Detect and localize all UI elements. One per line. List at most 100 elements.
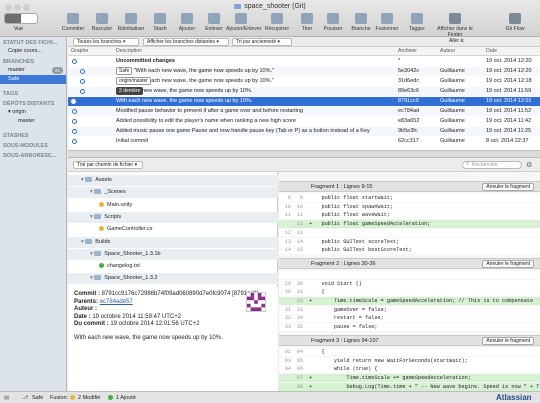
discard-hunk-button[interactable]: Annuler le fragment: [482, 336, 534, 345]
commit-row[interactable]: Added possibility to edit the player's n…: [68, 117, 540, 126]
goto-field[interactable]: Aller à:: [446, 38, 536, 46]
commit-row[interactable]: Initial commit 62cc317 Guillaume 8 oct. 201…: [68, 137, 540, 146]
sidebar-header-remotes[interactable]: DÉPÔTS DISTANTS: [0, 98, 66, 108]
commit-date: 19 oct. 2014 12:20: [486, 68, 532, 74]
commit-row[interactable]: master2 derrièreWith each new wave, the …: [68, 87, 540, 96]
tree-item[interactable]: ▾ _Scenes: [68, 187, 278, 199]
tree-item[interactable]: ▾ Space_Shooter_1.3.1b: [68, 248, 278, 260]
folder-icon: [85, 238, 93, 244]
app-window: space_shooter (Git) Vue Commiter Basculer…: [0, 0, 540, 403]
toolbar-button-11[interactable]: Fusionner: [372, 13, 402, 32]
tree-item[interactable]: ▾ Scripts: [68, 211, 278, 223]
sidebar-header-status[interactable]: STATUT DES FICHI...: [0, 37, 66, 47]
sidebar-item-remote-branch[interactable]: master: [0, 117, 66, 126]
commit-history-table: Graphe Description Archiver Auteur Date …: [68, 47, 540, 150]
toolbar-button-6[interactable]: Ajouter/Enlever: [226, 13, 261, 32]
tree-item[interactable]: ▾ Assets: [68, 175, 278, 186]
commit-description: Initial commit: [116, 138, 149, 144]
discard-hunk-button[interactable]: Annuler le fragment: [482, 259, 534, 268]
pane-splitter[interactable]: [68, 150, 540, 158]
toolbar-button-9[interactable]: Pousser: [318, 13, 348, 32]
history-filter-bar: Toutes les branches ▾ Afficher les branc…: [68, 37, 540, 47]
current-branch: Safe: [32, 395, 44, 401]
commit-author: Guillaume: [440, 108, 465, 114]
commit-row[interactable]: Uncommitted changes * 19 oct. 2014 12:20: [68, 57, 540, 66]
sidebar-header-tags[interactable]: TAGS: [0, 88, 66, 98]
commit-date-line: Du commit : 19 octobre 2014 12:01:56 UTC…: [74, 321, 200, 327]
toolbar-button-5[interactable]: Enlever: [199, 13, 229, 32]
file-search-input[interactable]: Rechercher: [462, 161, 522, 169]
branch-tag[interactable]: Safe: [116, 67, 133, 75]
git-flow-button[interactable]: Git Flow: [500, 13, 530, 32]
branches-dropdown[interactable]: Toutes les branches ▾: [73, 38, 139, 46]
sidebar-header-submodules[interactable]: SOUS-MODULES: [0, 140, 66, 150]
tree-item[interactable]: Main.unity: [68, 200, 278, 211]
added-file-icon: [99, 263, 104, 269]
toolbar-button-3[interactable]: Stash: [145, 13, 175, 32]
show-in-finder-button[interactable]: Afficher dans le Finder: [432, 13, 478, 38]
sidebar-item-remote-origin[interactable]: ▾ origin: [0, 108, 66, 117]
toolbar-button-1[interactable]: Basculer: [87, 13, 117, 32]
toolbar-button-12[interactable]: Tagger: [402, 13, 432, 32]
tree-item[interactable]: GameController.cs: [68, 224, 278, 235]
diff-line: 32 + Time.timeScale = gameSpeedAccelerati…: [279, 297, 540, 305]
discard-hunk-button[interactable]: Annuler le fragment: [482, 183, 534, 191]
sidebar-item-branch-master[interactable]: master 21: [0, 66, 66, 75]
remote-branches-dropdown[interactable]: Afficher les branches distantes ▾: [143, 38, 229, 46]
commit-date: 19 oct. 2014 11:25: [486, 128, 532, 134]
toolbar-button-7[interactable]: Récupérer: [262, 13, 292, 32]
branch-tag[interactable]: 2 derrière: [116, 87, 144, 95]
commit-author: Guillaume: [440, 68, 465, 74]
column-author[interactable]: Auteur: [440, 48, 455, 54]
atlassian-logo: Atlassian: [496, 393, 532, 402]
tree-item[interactable]: changelog.txt: [68, 261, 278, 272]
commit-row[interactable]: origin/master Revert "With each new wave,…: [68, 77, 540, 86]
sidebar-toggle-icon[interactable]: ▤: [4, 392, 9, 403]
toolbar-action-icon: [355, 13, 367, 24]
parent-link[interactable]: ec784ade57: [100, 299, 133, 305]
view-history-segment[interactable]: [5, 14, 21, 23]
commit-author: Guillaume: [440, 118, 465, 124]
toolbar-action-icon: [327, 13, 339, 24]
sidebar-header-subtrees[interactable]: SOUS-ARBORESC...: [0, 150, 66, 160]
commit-description: Safe Revert "With each new wave, the game…: [116, 67, 274, 75]
column-graph[interactable]: Graphe: [71, 48, 88, 54]
branch-tag[interactable]: origin/master: [116, 77, 151, 85]
hunk-header: Fragment 2 : Lignes 30-36 Annuler le frag…: [279, 257, 540, 269]
diff-line: 97 + Time.timeScale += gameSpeedAccelerat…: [279, 373, 540, 382]
diff-line: 13 14 public GUIText scoreText;: [279, 237, 540, 246]
column-date[interactable]: Date: [486, 48, 497, 54]
commit-hash: 62cc317: [398, 138, 419, 144]
commit-date: 19 oct. 2014 12:18: [486, 78, 532, 84]
diff-line: 92 94 {: [279, 347, 540, 356]
parents-line: Parents: ec784ade57: [74, 298, 133, 305]
commit-date: 19 oct. 2014 12:01: [486, 98, 532, 104]
sort-dropdown[interactable]: Tri par ancienneté ▾: [232, 38, 292, 46]
commit-row[interactable]: Safe Revert "With each new wave, the game…: [68, 67, 540, 76]
toolbar-button-0[interactable]: Commiter: [58, 13, 88, 32]
toolbar-button-4[interactable]: Ajouter: [172, 13, 202, 32]
toolbar-action-icon: [271, 13, 283, 24]
column-hash[interactable]: Archiver: [398, 48, 417, 54]
commit-message: With each new wave, the game now speeds …: [74, 334, 223, 341]
commit-row[interactable]: Added music pause one game Pause and now…: [68, 127, 540, 136]
diff-line: 14 15 public GUIText bestScoreText;: [279, 246, 540, 255]
commit-date: 8 oct. 2014 22:37: [486, 138, 529, 144]
sidebar-header-branches[interactable]: BRANCHES: [0, 56, 66, 66]
toolbar-button-2[interactable]: Réinitialiser: [116, 13, 146, 32]
tree-item[interactable]: ▾ Builds: [68, 236, 278, 248]
view-toggle[interactable]: [4, 13, 38, 24]
gear-icon[interactable]: ⚙: [526, 161, 532, 169]
sidebar-header-stashes[interactable]: STASHES: [0, 130, 66, 140]
diff-line: 10 10 public float spawnWait;: [279, 202, 540, 211]
sidebar-item-working-copy[interactable]: Copie cours...: [0, 47, 66, 56]
diff-line: 11 11 public float waveWait;: [279, 211, 540, 220]
tree-item[interactable]: ▾ Space_Shooter_1.3.2: [68, 273, 278, 285]
commit-row[interactable]: With each new wave, the game now speeds …: [68, 97, 540, 106]
commit-row[interactable]: Modified pause behavior to prevent if af…: [68, 107, 540, 116]
commit-description: Uncommitted changes: [116, 58, 175, 64]
column-description[interactable]: Description: [116, 48, 142, 54]
sidebar: STATUT DES FICHI... Copie cours... BRANC…: [0, 37, 67, 391]
sidebar-item-branch-safe[interactable]: Safe: [0, 75, 66, 84]
file-sort-dropdown[interactable]: Trié par chemin de fichier ▾: [73, 161, 143, 169]
